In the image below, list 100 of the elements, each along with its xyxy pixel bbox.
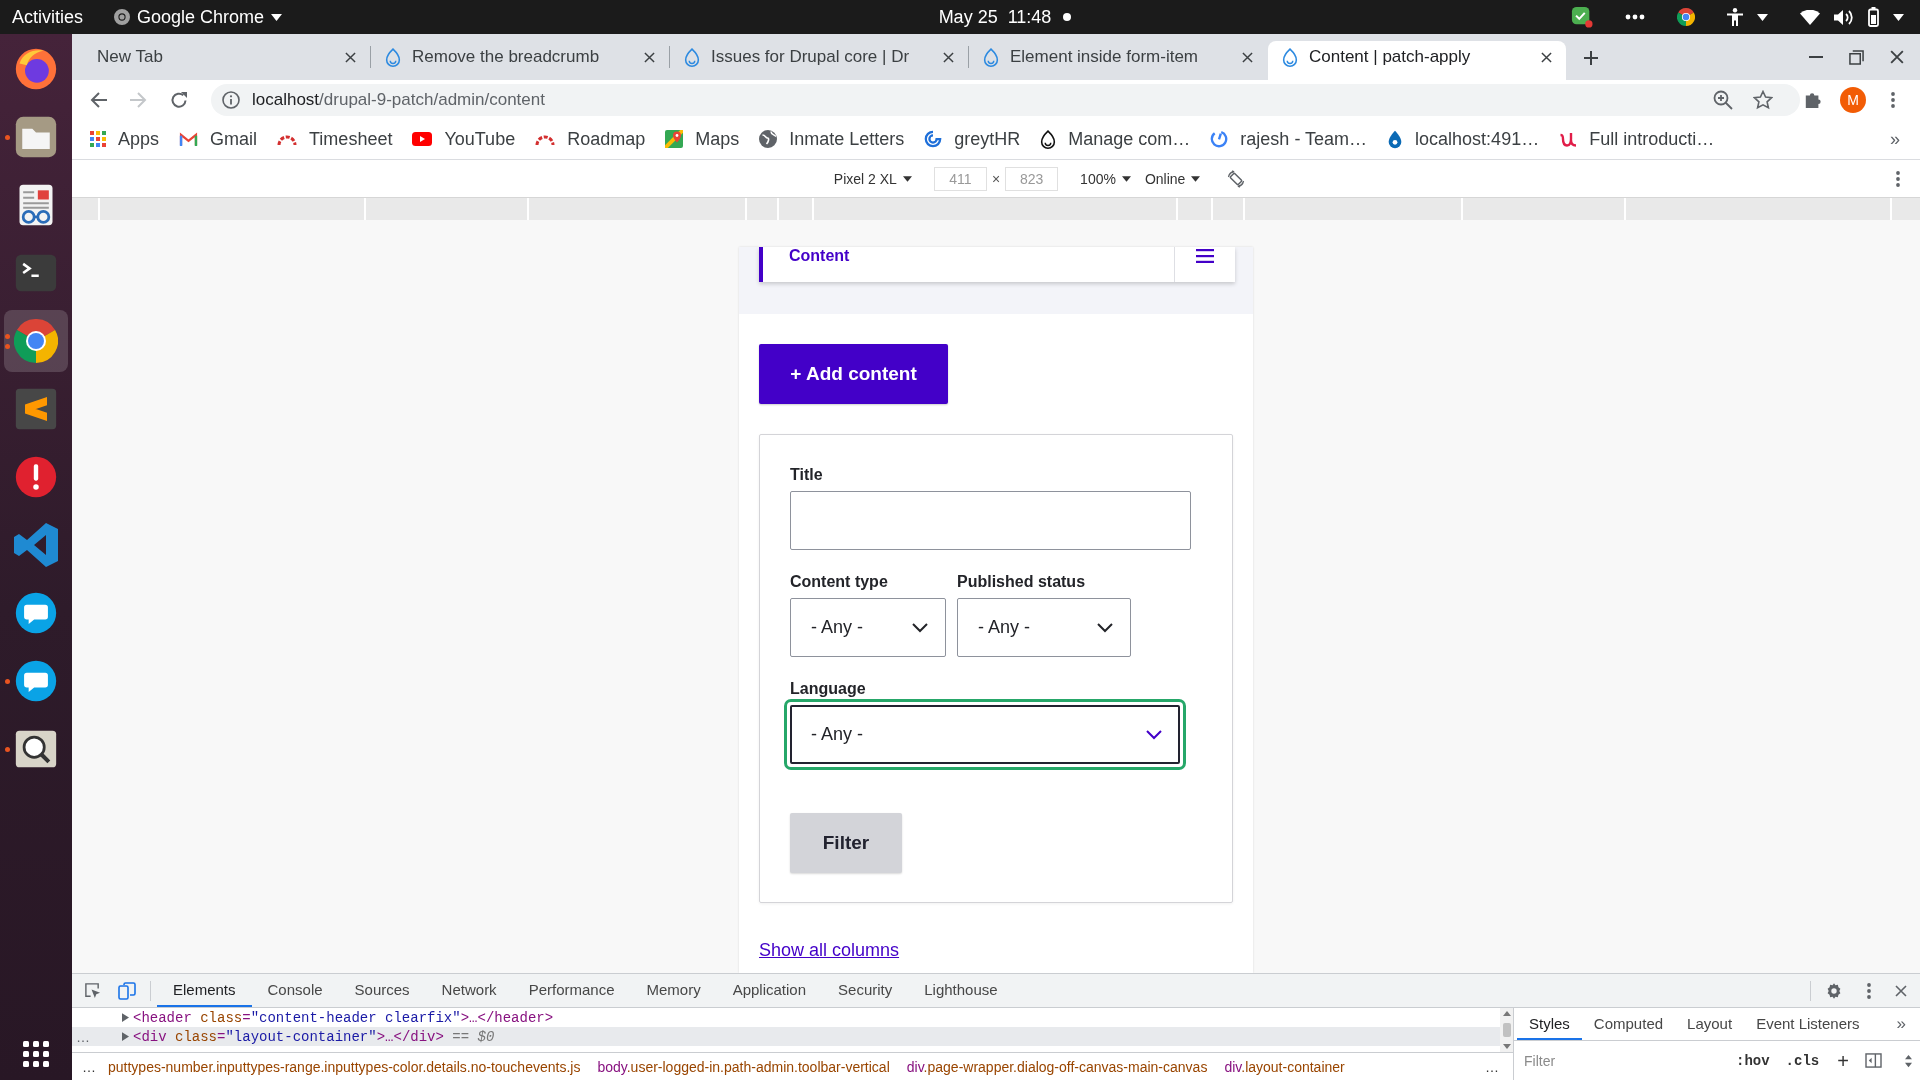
device-toggle-icon[interactable] bbox=[118, 981, 136, 1000]
plus-icon[interactable] bbox=[1584, 51, 1598, 65]
breadcrumb-overflow[interactable]: … bbox=[82, 1058, 96, 1075]
puzzle-icon[interactable] bbox=[1804, 90, 1822, 109]
text-input[interactable] bbox=[790, 491, 1191, 550]
devtools-tab[interactable]: Performance bbox=[512, 974, 631, 1007]
hover-state-toggle[interactable]: :hov bbox=[1736, 1052, 1770, 1069]
caret-icon[interactable] bbox=[1757, 13, 1768, 21]
browser-tab[interactable]: Remove the breadcrumb bbox=[371, 41, 669, 80]
filter-button[interactable]: Filter bbox=[790, 813, 902, 873]
chevron-down-icon bbox=[1146, 729, 1162, 740]
dom-node-line[interactable]: <header class="content-header clearfix">…</header> bbox=[72, 1008, 1500, 1027]
browser-tab[interactable]: Issues for Drupal core | Dr bbox=[670, 41, 968, 80]
browser-tab[interactable]: Content | patch-apply bbox=[1268, 41, 1566, 80]
more-vert-icon[interactable] bbox=[1891, 91, 1895, 108]
select-field[interactable]: - Any - bbox=[784, 699, 1186, 770]
wifi-icon[interactable] bbox=[1800, 9, 1820, 25]
show-all-columns-link[interactable]: Show all columns bbox=[759, 939, 900, 961]
activities-button[interactable]: Activities bbox=[12, 2, 83, 32]
zoom-dropdown[interactable]: 100% bbox=[1080, 170, 1131, 187]
new-rule-button[interactable]: + bbox=[1837, 1050, 1849, 1071]
close-icon[interactable] bbox=[943, 51, 954, 63]
devtools-tab[interactable]: Network bbox=[425, 974, 513, 1007]
reload-icon[interactable] bbox=[170, 90, 188, 109]
bookmark-link[interactable]: rajesh - Team… bbox=[1206, 124, 1372, 154]
zoom-icon[interactable] bbox=[1713, 89, 1733, 110]
scroll-arrows-icon[interactable] bbox=[1905, 1053, 1912, 1068]
filter-field[interactable]: Filter bbox=[1520, 1048, 1720, 1073]
devtools-tab[interactable]: Lighthouse bbox=[908, 974, 1014, 1007]
devtools-tab[interactable]: Console bbox=[251, 974, 339, 1007]
device-dropdown[interactable]: Pixel 2 XL bbox=[833, 170, 912, 187]
bookmarks-overflow[interactable]: » bbox=[1890, 128, 1900, 150]
breadcrumb-item[interactable]: div.layout-container bbox=[1224, 1058, 1345, 1075]
throttling-dropdown[interactable]: Online bbox=[1144, 170, 1201, 187]
browser-tab[interactable]: Element inside form-item bbox=[969, 41, 1267, 80]
info-icon[interactable] bbox=[222, 90, 240, 109]
caret-icon[interactable] bbox=[1893, 13, 1904, 21]
browser-icon[interactable] bbox=[1677, 8, 1695, 26]
shield-check-icon[interactable] bbox=[1571, 6, 1593, 28]
scrollbar[interactable] bbox=[1500, 1008, 1513, 1052]
more-vert-icon[interactable] bbox=[1867, 982, 1871, 999]
bookmark-link[interactable]: Full introducti… bbox=[1555, 124, 1719, 154]
bookmark-link[interactable]: Maps bbox=[661, 124, 744, 154]
arch-icon bbox=[277, 133, 298, 145]
styles-tab[interactable]: Layout bbox=[1675, 1008, 1745, 1040]
bookmark-link[interactable]: greytHR bbox=[920, 124, 1025, 154]
styles-tab[interactable]: Computed bbox=[1581, 1008, 1676, 1040]
bookmark-link[interactable]: Apps bbox=[86, 124, 164, 154]
tabs-overflow[interactable]: » bbox=[1882, 1008, 1920, 1040]
more-vert-icon[interactable] bbox=[1896, 170, 1900, 187]
close-icon[interactable] bbox=[1890, 50, 1904, 64]
app-launcher[interactable] bbox=[4, 310, 68, 372]
restore-icon[interactable] bbox=[1849, 49, 1864, 65]
bookmark-link[interactable]: Gmail bbox=[175, 124, 262, 154]
breadcrumb-item[interactable]: div.page-wrapper.dialog-off-canvas-main-canvas bbox=[906, 1058, 1208, 1075]
clock-button[interactable]: May 25 11:48 bbox=[938, 2, 1072, 32]
app-grid-icon[interactable] bbox=[23, 1041, 49, 1067]
rotate-icon[interactable] bbox=[1227, 169, 1246, 188]
select-field[interactable]: - Any - bbox=[957, 598, 1131, 657]
styles-tab[interactable]: Styles bbox=[1517, 1008, 1582, 1040]
devtools-tab[interactable]: Memory bbox=[630, 974, 717, 1007]
styles-tab[interactable]: Event Listeners bbox=[1744, 1008, 1872, 1040]
address-bar[interactable]: localhost/drupal-9-patch/admin/content bbox=[211, 83, 1800, 116]
class-toggle[interactable]: .cls bbox=[1785, 1052, 1820, 1069]
caret-icon bbox=[271, 13, 283, 21]
bookmark-link[interactable]: YouTube bbox=[408, 124, 520, 154]
app-menu-button[interactable]: Google Chrome bbox=[114, 2, 283, 32]
devtools-tab[interactable]: Security bbox=[822, 974, 909, 1007]
bookmark-link[interactable]: Timesheet bbox=[273, 124, 397, 154]
sidebar-toggle-icon[interactable] bbox=[1864, 1053, 1882, 1068]
close-icon[interactable] bbox=[345, 51, 356, 63]
inspect-icon[interactable] bbox=[84, 982, 101, 999]
select-field[interactable]: - Any - bbox=[790, 598, 946, 657]
accessibility-icon[interactable] bbox=[1727, 8, 1743, 26]
back-icon[interactable] bbox=[90, 91, 108, 108]
breadcrumb-item[interactable]: puttypes-number.inputtypes-range.inputtypes-color.details.no-touchevents.js bbox=[108, 1058, 581, 1075]
devtools-tab[interactable]: Application bbox=[716, 974, 823, 1007]
devtools-tab[interactable]: Sources bbox=[338, 974, 426, 1007]
add-content-button[interactable]: + Add content bbox=[759, 344, 948, 404]
bookmark-link[interactable]: Roadmap bbox=[531, 124, 650, 154]
close-icon[interactable] bbox=[1895, 984, 1907, 997]
node-actions-button[interactable]: … bbox=[76, 1027, 90, 1046]
breadcrumb-item[interactable]: body.user-logged-in.path-admin.toolbar-vertical bbox=[597, 1058, 890, 1075]
expand-arrow-icon[interactable] bbox=[122, 1013, 129, 1022]
more-icon[interactable] bbox=[1625, 14, 1645, 20]
star-icon[interactable] bbox=[1753, 89, 1773, 110]
bookmark-link[interactable]: Manage com… bbox=[1036, 124, 1195, 154]
close-icon[interactable] bbox=[644, 51, 655, 63]
expand-arrow-icon[interactable] bbox=[122, 1032, 129, 1041]
close-icon[interactable] bbox=[1541, 51, 1552, 63]
browser-tab[interactable]: New Tab bbox=[72, 41, 370, 80]
bookmark-link[interactable]: Inmate Letters bbox=[755, 124, 909, 154]
breadcrumb-overflow[interactable]: … bbox=[1485, 1058, 1499, 1075]
volume-icon[interactable] bbox=[1834, 8, 1854, 26]
bookmark-link[interactable]: localhost:491… bbox=[1383, 124, 1544, 154]
battery-icon[interactable] bbox=[1868, 7, 1879, 27]
close-icon[interactable] bbox=[1242, 51, 1253, 63]
settings-icon[interactable] bbox=[1825, 981, 1843, 1000]
menu-icon[interactable] bbox=[1196, 249, 1214, 263]
devtools-tab[interactable]: Elements bbox=[157, 974, 252, 1007]
